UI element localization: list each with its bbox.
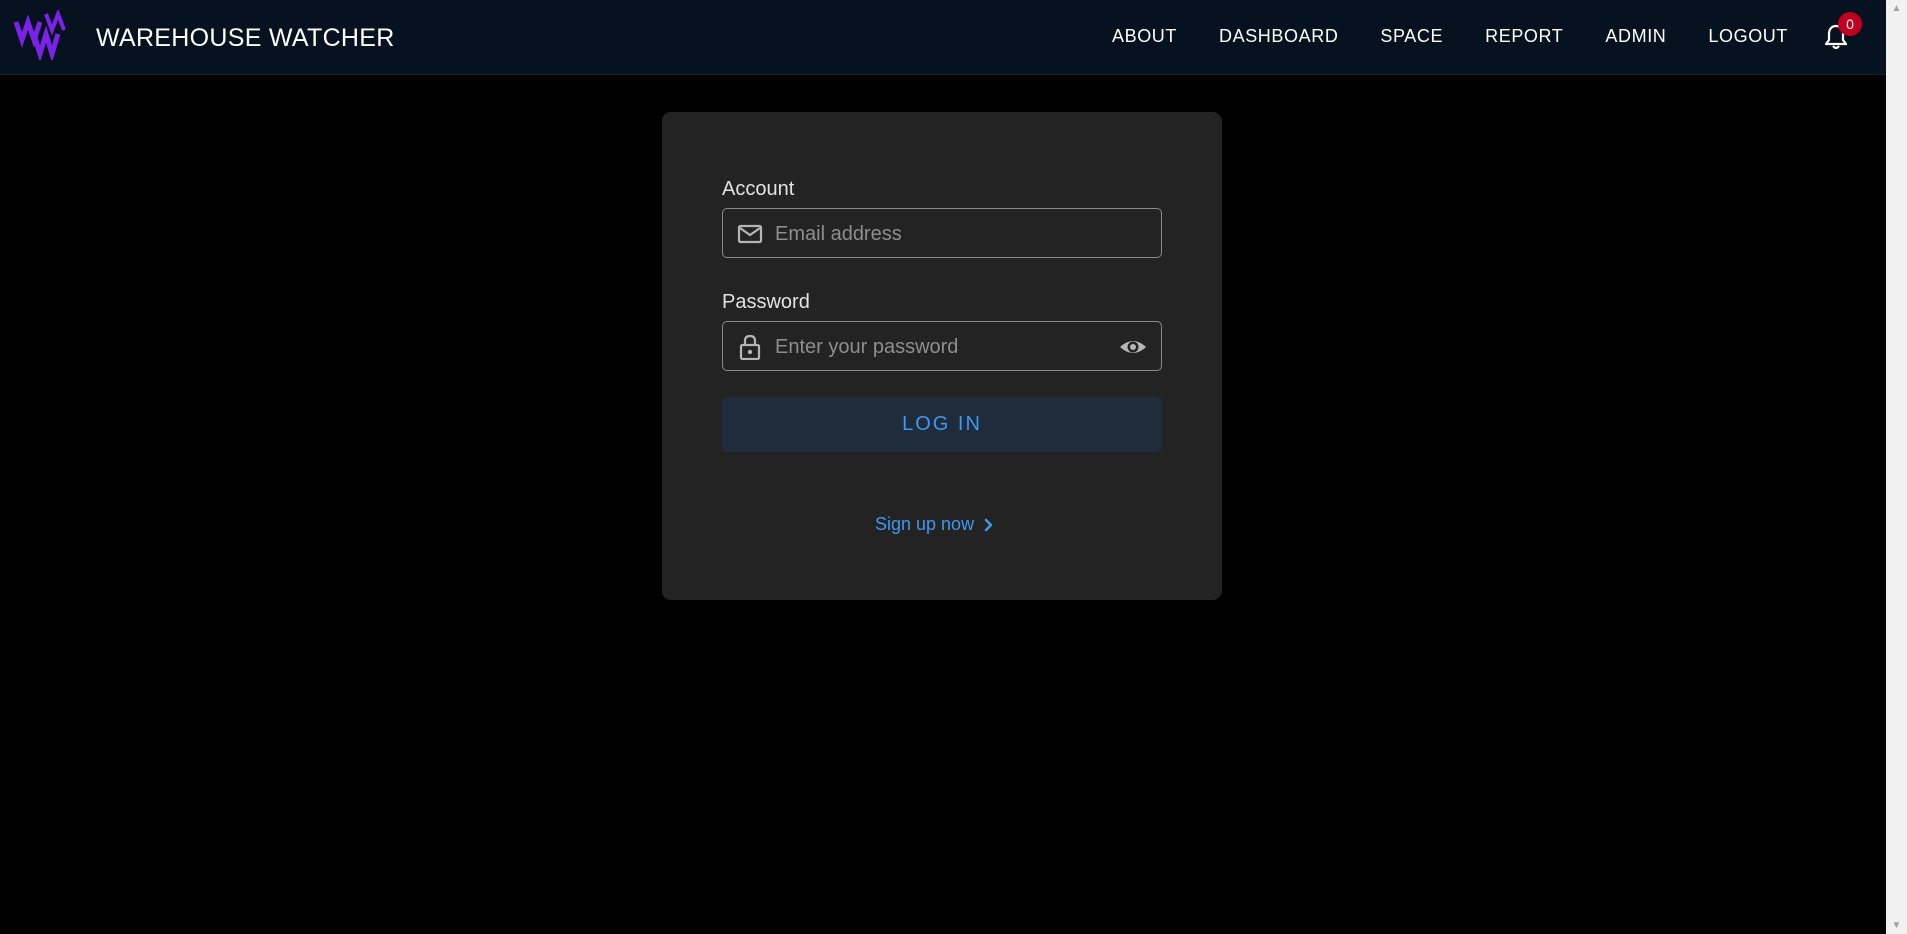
- main-nav: ABOUT DASHBOARD SPACE REPORT ADMIN LOGOU…: [1112, 26, 1788, 47]
- email-field[interactable]: [722, 208, 1162, 259]
- signup-label: Sign up now: [875, 514, 975, 534]
- nav-about[interactable]: ABOUT: [1112, 26, 1177, 47]
- email-input[interactable]: [773, 209, 1107, 259]
- nav-admin[interactable]: ADMIN: [1605, 26, 1666, 47]
- page-scrollbar[interactable]: ▲ ▼: [1886, 0, 1907, 934]
- scroll-down-arrow-icon[interactable]: ▼: [1886, 917, 1907, 934]
- ww-logo-icon[interactable]: [12, 8, 68, 63]
- nav-dashboard[interactable]: DASHBOARD: [1219, 26, 1338, 47]
- password-field[interactable]: [722, 321, 1162, 372]
- password-label: Password: [722, 291, 810, 313]
- nav-report[interactable]: REPORT: [1485, 26, 1563, 47]
- lock-icon: [737, 334, 763, 361]
- top-navbar: WAREHOUSE WATCHER ABOUT DASHBOARD SPACE …: [0, 0, 1886, 75]
- nav-space[interactable]: SPACE: [1380, 26, 1443, 47]
- mail-icon: [737, 221, 763, 247]
- account-label: Account: [722, 178, 795, 200]
- eye-icon[interactable]: [1119, 334, 1147, 360]
- signup-link[interactable]: Sign up now: [875, 514, 994, 535]
- chevron-right-icon: [984, 518, 993, 531]
- login-card: Account Password LOG IN: [662, 112, 1222, 600]
- scroll-up-arrow-icon[interactable]: ▲: [1886, 0, 1907, 17]
- notifications-button[interactable]: 0: [1822, 12, 1862, 54]
- login-button[interactable]: LOG IN: [722, 397, 1162, 452]
- app-title[interactable]: WAREHOUSE WATCHER: [96, 24, 395, 53]
- nav-logout[interactable]: LOGOUT: [1708, 26, 1788, 47]
- notification-count-badge: 0: [1838, 12, 1862, 36]
- password-input[interactable]: [773, 322, 1107, 372]
